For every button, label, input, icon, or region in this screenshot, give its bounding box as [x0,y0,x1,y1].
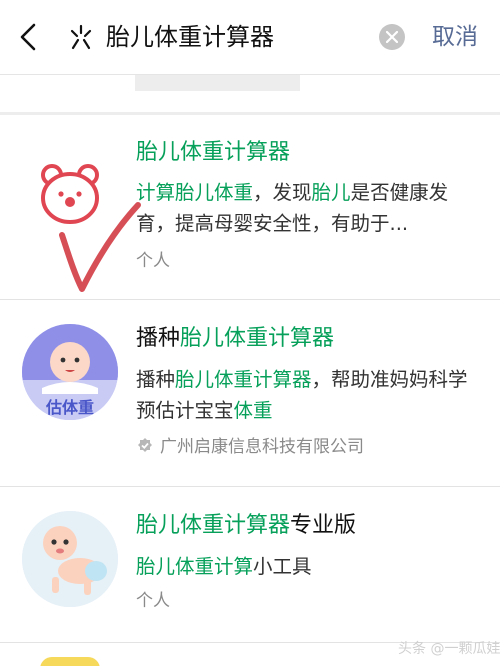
result-card-3[interactable]: 胎儿体重计算器专业版 胎儿体重计算小工具 个人 [0,487,500,642]
result-title[interactable]: 胎儿体重计算器 [136,138,290,168]
desc-part: 小工具 [253,555,312,578]
desc-part: 胎儿体重 [175,181,254,204]
red-checkmark-icon [54,195,144,295]
cancel-button[interactable]: 取消 [432,18,478,56]
search-input[interactable]: 胎儿体重计算器 [106,18,274,56]
search-bar: 胎儿体重计算器 取消 [0,0,500,74]
desc-part: 胎儿体重计算器 [175,368,312,391]
title-part: 胎儿体重计算器 [136,140,291,165]
owner-name: 广州启康信息科技有限公司 [160,437,364,457]
miniprogram-icon [66,22,96,52]
desc-part: 播种 [136,368,176,391]
result-card-2[interactable]: 估体重 播种胎儿体重计算器 播种胎儿体重计算器，帮助准妈妈科学预估计宝宝体重 广… [0,300,500,486]
previous-result-remnant [0,74,500,112]
result-description: 胎儿体重计算小工具 [136,551,481,582]
result-description: 播种胎儿体重计算器，帮助准妈妈科学预估计宝宝体重 [136,364,481,426]
desc-part: 胎儿体重计算 [136,555,254,578]
title-part: 胎儿体重计算器 [180,326,335,351]
result-title[interactable]: 胎儿体重计算器专业版 [136,511,356,541]
desc-part: 胎儿 [311,181,351,204]
placeholder-bar [135,75,300,91]
crawling-baby-avatar-icon [22,511,118,607]
result-owner: 广州启康信息科技有限公司 [136,435,364,459]
desc-part: ，发现 [253,181,312,204]
result-title[interactable]: 播种胎儿体重计算器 [136,324,334,354]
avatar-label: 估体重 [45,398,94,417]
watermark: 头条 @一颗瓜娃 [398,641,500,657]
clear-icon[interactable] [379,24,405,50]
result-card-1[interactable]: 胎儿体重计算器 计算胎儿体重，发现胎儿是否健康发育，提高母婴安全性，有助于...… [0,115,500,299]
title-part: 播种 [136,326,181,351]
title-part: 专业版 [290,513,357,538]
result-description: 计算胎儿体重，发现胎儿是否健康发育，提高母婴安全性，有助于... [136,177,481,239]
desc-part: 体重 [233,399,273,422]
baby-avatar-icon: 估体重 [22,324,118,420]
avatar-partial [40,657,100,666]
back-chevron-icon[interactable] [14,20,44,54]
title-part: 胎儿体重计算器 [136,513,291,538]
verified-badge-icon [136,437,154,455]
result-owner: 个人 [136,591,170,611]
